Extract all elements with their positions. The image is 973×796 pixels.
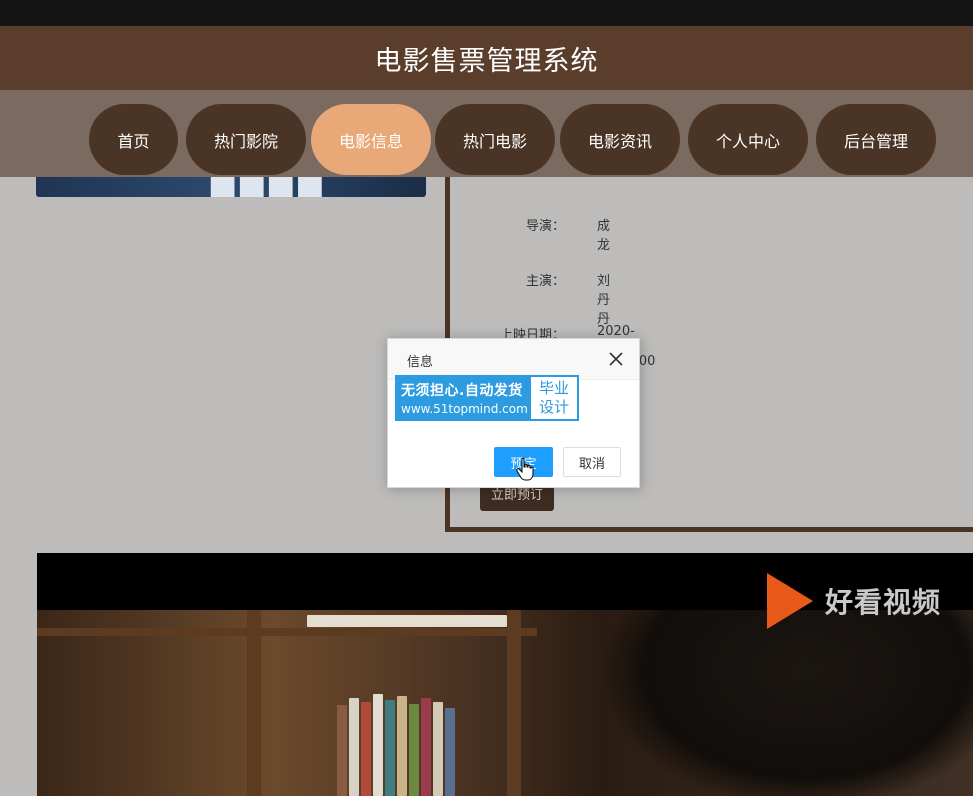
person-head — [597, 610, 973, 796]
book — [421, 698, 431, 796]
site-header: 电影售票管理系统 — [0, 26, 973, 90]
shelf — [37, 628, 537, 636]
cancel-button[interactable]: 取消 — [563, 447, 621, 477]
poster-artwork: ▆▆▆▆ — [211, 177, 328, 197]
movie-poster: ▆▆▆▆ — [36, 177, 426, 197]
watermark-text: 无须担心.自动发货 www.51topmind.com — [397, 377, 531, 419]
hand-cursor-icon — [516, 457, 534, 481]
nav-item-hot-cinemas[interactable]: 热门影院 — [186, 104, 306, 175]
video-frame — [37, 610, 973, 796]
close-icon[interactable] — [609, 352, 623, 366]
book — [337, 705, 347, 796]
watermark-tag: 毕业 设计 — [531, 377, 577, 419]
watermark-tag-line1: 毕业 — [538, 379, 569, 397]
book — [433, 702, 443, 796]
shelf — [507, 610, 521, 796]
site-title: 电影售票管理系统 — [374, 45, 599, 77]
book — [445, 708, 455, 796]
main-nav: 首页 热门影院 电影信息 热门电影 电影资讯 个人中心 后台管理 — [0, 90, 973, 177]
watermark-line1: 无须担心.自动发货 — [401, 383, 523, 399]
logo-text: 好看视频 — [825, 586, 942, 619]
book — [349, 698, 359, 796]
video-player[interactable]: 好看视频 — [37, 553, 973, 796]
nav-item-movie-info[interactable]: 电影信息 — [311, 104, 431, 175]
watermark-line2: www.51topmind.com — [401, 402, 528, 416]
dialog-title: 信息 — [407, 355, 434, 370]
nav-item-home[interactable]: 首页 — [89, 104, 178, 175]
info-label: 导演： — [525, 219, 565, 234]
info-dialog: 信息 无须担心.自动发货 www.51topmind.com 毕业 设计 预定 … — [387, 338, 640, 488]
book — [307, 615, 507, 627]
info-label: 主演： — [525, 274, 565, 289]
nav-item-movie-news[interactable]: 电影资讯 — [560, 104, 680, 175]
book — [409, 704, 419, 796]
play-logo-icon — [767, 573, 813, 629]
nav-item-personal-center[interactable]: 个人中心 — [688, 104, 808, 175]
nav-item-hot-movies[interactable]: 热门电影 — [435, 104, 555, 175]
nav-item-admin[interactable]: 后台管理 — [816, 104, 936, 175]
info-value: 刘丹丹 — [597, 274, 611, 327]
dialog-header: 信息 — [388, 339, 639, 380]
watermark-badge: 无须担心.自动发货 www.51topmind.com 毕业 设计 — [395, 375, 579, 421]
watermark-tag-line2: 设计 — [538, 398, 569, 416]
browser-top-bar — [0, 0, 973, 26]
video-logo: 好看视频 — [767, 573, 941, 629]
book — [385, 700, 395, 796]
book — [397, 696, 407, 796]
book — [373, 694, 383, 796]
info-value: 成龙 — [597, 219, 611, 253]
book — [361, 702, 371, 796]
shelf — [247, 610, 261, 796]
